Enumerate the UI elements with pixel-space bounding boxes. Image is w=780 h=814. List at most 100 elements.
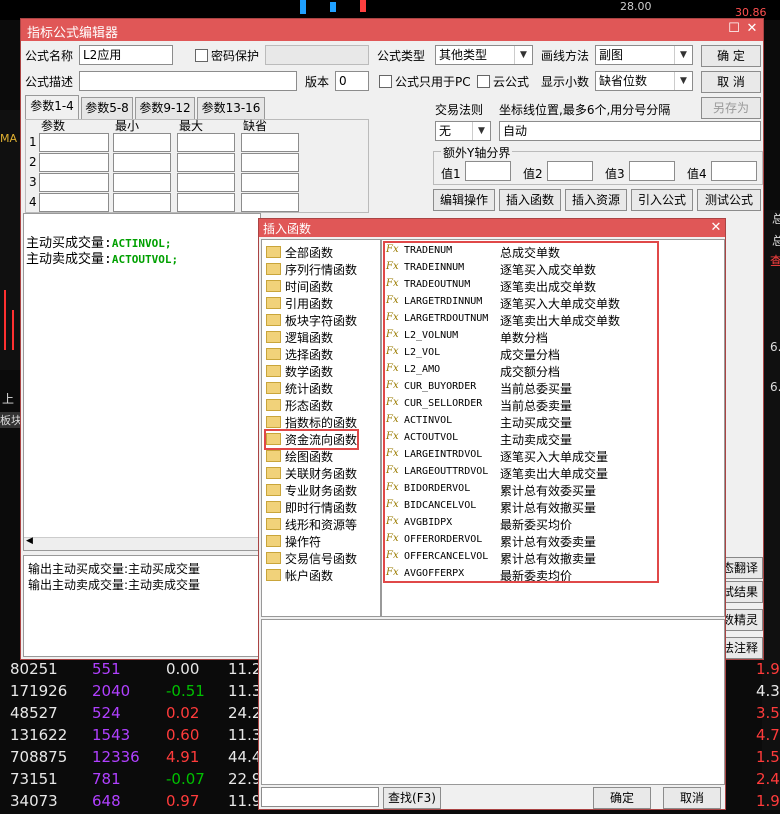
horizontal-scrollbar[interactable]: ◀: [24, 536, 260, 550]
pc-only-checkbox[interactable]: [379, 75, 392, 88]
table-row[interactable]: 48527 524 0.02 24.2: [0, 702, 262, 726]
decimals-select[interactable]: 缺省位数 ▼: [595, 71, 693, 91]
import-formula-button[interactable]: 引入公式: [631, 189, 693, 211]
table-row[interactable]: 80251 551 0.00 11.2: [0, 658, 261, 682]
syntax-note-button[interactable]: 法注释: [721, 637, 763, 659]
param-cell[interactable]: [241, 153, 299, 172]
yaxis-value-input[interactable]: [629, 161, 675, 181]
category-item[interactable]: 序列行情函数: [266, 261, 357, 278]
category-item[interactable]: 绘图函数: [266, 448, 333, 465]
insert-cancel-button[interactable]: 取消: [663, 787, 721, 809]
folder-icon: [266, 297, 281, 309]
yaxis-value-input[interactable]: [465, 161, 511, 181]
table-cell: 551: [92, 660, 121, 678]
tab-params-1-4[interactable]: 参数1-4: [25, 95, 79, 119]
code-line: 主动卖成交量:ACTOUTVOL;: [26, 252, 179, 267]
category-item[interactable]: 专业财务函数: [266, 482, 357, 499]
cloud-checkbox[interactable]: [477, 75, 490, 88]
param-cell[interactable]: [241, 193, 299, 212]
table-row[interactable]: 73151 781 -0.07 22.9: [0, 768, 261, 792]
draw-method-label: 画线方法: [541, 49, 590, 63]
table-cell: 24.2: [228, 704, 262, 722]
category-label: 逻辑函数: [285, 331, 334, 345]
close-icon[interactable]: ✕: [743, 21, 761, 37]
cloud-label: 云公式: [493, 75, 530, 89]
table-row[interactable]: 131622 1543 0.60 11.3: [0, 724, 261, 748]
param-row-number: 3: [29, 175, 37, 189]
param-cell[interactable]: [113, 133, 171, 152]
table-row[interactable]: 708875 12336 4.91 44.4: [0, 746, 261, 770]
password-checkbox[interactable]: [195, 49, 208, 62]
table-row[interactable]: 171926 2040 -0.51 11.3: [0, 680, 261, 704]
category-item[interactable]: 指数标的函数: [266, 414, 357, 431]
insert-dialog-title: 插入函数: [263, 222, 312, 236]
version-input[interactable]: 0: [335, 71, 369, 91]
close-icon[interactable]: ✕: [707, 220, 725, 236]
search-input[interactable]: [261, 787, 379, 807]
category-item[interactable]: 形态函数: [266, 397, 333, 414]
formula-desc-input[interactable]: [79, 71, 297, 91]
insert-function-button[interactable]: 插入函数: [499, 189, 561, 211]
category-item[interactable]: 资金流向函数: [263, 429, 360, 450]
category-item[interactable]: 全部函数: [266, 244, 333, 261]
yaxis-value-input[interactable]: [711, 161, 757, 181]
category-item[interactable]: 线形和资源等: [266, 516, 357, 533]
trade-rule-select[interactable]: 无 ▼: [435, 121, 491, 141]
insert-ok-button[interactable]: 确定: [593, 787, 651, 809]
category-item[interactable]: 即时行情函数: [266, 499, 357, 516]
category-item[interactable]: 交易信号函数: [266, 550, 357, 567]
code-editor[interactable]: 主动买成交量:ACTINVOL; 主动卖成交量:ACTOUTVOL; ◀: [23, 213, 261, 551]
param-cell[interactable]: [177, 193, 235, 212]
formula-name-input[interactable]: L2应用: [79, 45, 173, 65]
param-header-max: 最大: [179, 119, 204, 133]
param-cell[interactable]: [177, 133, 235, 152]
ok-button[interactable]: 确 定: [701, 45, 761, 67]
category-item[interactable]: 时间函数: [266, 278, 333, 295]
category-item[interactable]: 选择函数: [266, 346, 333, 363]
param-cell[interactable]: [241, 173, 299, 192]
category-item[interactable]: 引用函数: [266, 295, 333, 312]
tab-params-13-16[interactable]: 参数13-16: [197, 97, 265, 119]
tab-params-5-8[interactable]: 参数5-8: [81, 97, 133, 119]
translate-button[interactable]: 态翻译: [721, 557, 763, 579]
formula-type-select[interactable]: 其他类型 ▼: [435, 45, 533, 65]
cancel-button[interactable]: 取 消: [701, 71, 761, 93]
category-item[interactable]: 帐户函数: [266, 567, 333, 584]
category-label: 操作符: [285, 535, 322, 549]
search-button[interactable]: 查找(F3): [383, 787, 441, 809]
param-cell[interactable]: [39, 133, 109, 152]
param-cell[interactable]: [241, 133, 299, 152]
password-input[interactable]: [265, 45, 369, 65]
insert-resource-button[interactable]: 插入资源: [565, 189, 627, 211]
coord-input[interactable]: 自动: [499, 121, 761, 141]
tab-params-9-12[interactable]: 参数9-12: [135, 97, 195, 119]
maximize-icon[interactable]: ☐: [725, 21, 743, 37]
param-cell[interactable]: [39, 193, 109, 212]
table-cell: 0.97: [166, 792, 200, 810]
param-cell[interactable]: [39, 153, 109, 172]
test-result-button[interactable]: 试结果: [721, 581, 763, 603]
draw-method-select[interactable]: 副图 ▼: [595, 45, 693, 65]
param-cell[interactable]: [177, 173, 235, 192]
test-formula-button[interactable]: 测试公式: [697, 189, 761, 211]
scroll-left-icon[interactable]: ◀: [26, 536, 33, 546]
category-item[interactable]: 关联财务函数: [266, 465, 357, 482]
param-cell[interactable]: [177, 153, 235, 172]
edit-operation-button[interactable]: 编辑操作: [433, 189, 495, 211]
yaxis-value-input[interactable]: [547, 161, 593, 181]
param-cell[interactable]: [113, 193, 171, 212]
category-item[interactable]: 统计函数: [266, 380, 333, 397]
category-item[interactable]: 数学函数: [266, 363, 333, 380]
param-cell[interactable]: [113, 153, 171, 172]
save-as-button[interactable]: 另存为: [701, 97, 761, 119]
param-cell[interactable]: [39, 173, 109, 192]
wizard-button[interactable]: 数精灵: [721, 609, 763, 631]
table-row[interactable]: 34073 648 0.97 11.9: [0, 790, 261, 814]
category-item[interactable]: 逻辑函数: [266, 329, 333, 346]
category-item[interactable]: 操作符: [266, 533, 321, 550]
folder-icon: [266, 348, 281, 360]
top-price: 28.00: [620, 0, 652, 13]
category-item[interactable]: 板块字符函数: [266, 312, 357, 329]
right-column-value: 4.3: [756, 682, 780, 700]
param-cell[interactable]: [113, 173, 171, 192]
